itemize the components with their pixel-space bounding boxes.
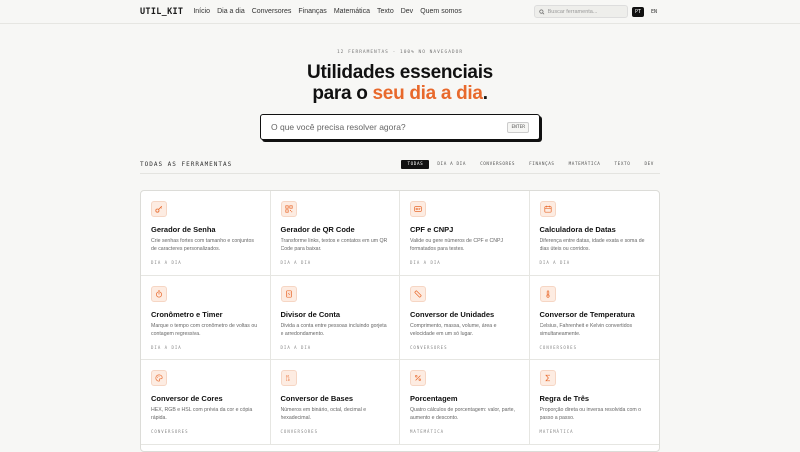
tool-title: Conversor de Cores — [151, 394, 223, 403]
svg-text:10: 10 — [285, 378, 289, 382]
tool-category: DIA A DIA — [539, 260, 571, 265]
filter-matematica[interactable]: MATEMÁTICA — [563, 160, 607, 169]
header-search[interactable] — [533, 5, 628, 18]
nav-link-matematica[interactable]: Matemática — [334, 8, 370, 15]
top-header: UTIL_KIT Início Dia a dia Conversores Fi… — [0, 0, 800, 24]
ruler-icon — [410, 285, 426, 302]
section-title: TODAS AS FERRAMENTAS — [140, 160, 233, 168]
tool-title: Porcentagem — [410, 394, 458, 403]
tool-description: Marque o tempo com cronômetro de voltas … — [151, 322, 258, 337]
tool-title: CPF e CNPJ — [410, 225, 454, 234]
nav-link-financas[interactable]: Finanças — [298, 8, 326, 15]
tool-card[interactable]: Regra de Três Proporção direta ou invers… — [529, 360, 659, 445]
tool-category: CONVERSORES — [280, 429, 318, 434]
tool-title: Gerador de Senha — [151, 225, 216, 234]
tool-title: Divisor de Conta — [280, 309, 341, 319]
id-card-icon — [410, 201, 426, 217]
main-nav: Início Dia a dia Conversores Finanças Ma… — [193, 8, 461, 15]
main-search[interactable]: ENTER — [260, 114, 540, 140]
tool-description: Diferença entre datas, idade exata e som… — [539, 238, 645, 252]
tool-card[interactable]: Cronômetro e Timer Marque o tempo com cr… — [141, 275, 271, 360]
nav-link-texto[interactable]: Texto — [377, 8, 394, 15]
tool-category: MATEMÁTICA — [410, 429, 445, 434]
lang-pt-button[interactable]: PT — [631, 6, 644, 17]
tool-category: CONVERSORES — [410, 344, 448, 350]
hero-title-pre: para o — [312, 83, 373, 104]
tool-card[interactable]: Conversor de Unidades Comprimento, massa… — [400, 275, 530, 360]
hero-eyebrow: 12 FERRAMENTAS · 100% NO NAVEGADOR — [336, 50, 464, 55]
tool-title: Regra de Três — [539, 394, 590, 403]
lang-en-button[interactable]: EN — [648, 7, 660, 17]
hero-title-line1: Utilidades essenciais — [307, 62, 493, 83]
thermometer-icon — [539, 285, 556, 302]
tool-description: Valide ou gere números de CPF e CNPJ for… — [410, 238, 504, 252]
main-search-input[interactable] — [271, 122, 508, 132]
tool-title: Conversor de Temperatura — [539, 309, 635, 319]
nav-link-dia-a-dia[interactable]: Dia a dia — [217, 8, 245, 15]
nav-link-conversores[interactable]: Conversores — [252, 8, 292, 15]
filter-conversores[interactable]: CONVERSORES — [474, 160, 521, 169]
enter-key-hint: ENTER — [507, 121, 529, 133]
tool-description: Transforme links, textos e contatos em u… — [280, 238, 388, 252]
tool-category: DIA A DIA — [151, 260, 182, 265]
tool-card[interactable]: Calculadora de Datas Diferença entre dat… — [529, 191, 659, 276]
search-icon — [539, 9, 545, 15]
tool-title: Calculadora de Datas — [539, 225, 616, 234]
tool-title: Gerador de QR Code — [280, 225, 355, 234]
nav-link-inicio[interactable]: Início — [193, 8, 210, 15]
tool-card[interactable]: Conversor de Temperatura Celsius, Fahren… — [529, 276, 659, 360]
header-search-input[interactable] — [547, 8, 623, 15]
tool-card[interactable]: Gerador de QR Code Transforme links, tex… — [270, 191, 400, 276]
receipt-icon — [280, 285, 297, 302]
tool-description: Números em binário, octal, decimal e hex… — [280, 407, 367, 421]
tool-category: MATEMÁTICA — [539, 429, 574, 434]
tool-title: Conversor de Bases — [280, 394, 354, 403]
tool-card[interactable]: Conversor de Cores HEX, RGB e HSL com pr… — [141, 360, 271, 445]
filter-financas[interactable]: FINANÇAS — [523, 160, 561, 169]
filter-dev[interactable]: DEV — [638, 160, 660, 169]
tool-title: Cronômetro e Timer — [151, 309, 223, 319]
sigma-icon — [539, 370, 556, 386]
binary-icon: 01 10 — [280, 370, 297, 386]
key-icon — [151, 201, 167, 217]
filter-todas[interactable]: TODAS — [401, 159, 430, 169]
tool-description: Proporção direta ou inversa resolvida co… — [539, 407, 642, 421]
tool-description: Comprimento, massa, volume, área e veloc… — [410, 322, 497, 337]
tool-category: CONVERSORES — [151, 429, 189, 434]
tool-category: CONVERSORES — [539, 344, 577, 350]
qr-code-icon — [280, 201, 297, 217]
logo[interactable]: UTIL_KIT — [140, 7, 183, 17]
tool-description: Divida a conta entre pessoas incluindo g… — [280, 322, 387, 337]
header-tools: PT EN — [533, 5, 660, 18]
tool-category: DIA A DIA — [280, 260, 312, 265]
tool-description: Celsius, Fahrenheit e Kelvin convertidos… — [539, 322, 633, 337]
tools-section-bar: TODAS AS FERRAMENTAS TODAS DIA A DIA CON… — [140, 158, 660, 174]
nav-link-quem-somos[interactable]: Quem somos — [420, 8, 462, 15]
tool-description: Quatro cálculos de porcentagem: valor, p… — [410, 407, 515, 421]
hero-title: Utilidades essenciais para o seu dia a d… — [0, 62, 800, 104]
timer-icon — [151, 285, 167, 302]
nav-link-dev[interactable]: Dev — [401, 8, 413, 15]
tool-card[interactable]: 01 10 Conversor de Bases Números em binár… — [270, 360, 400, 445]
percent-icon — [410, 370, 426, 386]
tool-description: HEX, RGB e HSL com prévia da cor e cópia… — [151, 407, 253, 421]
category-filters: TODAS DIA A DIA CONVERSORES FINANÇAS MAT… — [401, 159, 660, 169]
tool-card[interactable]: Gerador de Senha Crie senhas fortes com … — [141, 191, 271, 276]
calendar-icon — [539, 201, 556, 217]
hero-title-post: . — [482, 83, 488, 104]
tool-title: Conversor de Unidades — [410, 309, 495, 319]
tool-category: DIA A DIA — [280, 344, 312, 350]
filter-dia-a-dia[interactable]: DIA A DIA — [431, 160, 472, 169]
tool-card[interactable]: Porcentagem Quatro cálculos de porcentag… — [400, 360, 530, 445]
palette-icon — [151, 370, 167, 386]
tool-card[interactable]: Divisor de Conta Divida a conta entre pe… — [270, 275, 400, 360]
tool-description: Crie senhas fortes com tamanho e conjunt… — [151, 238, 254, 252]
tools-grid: Gerador de Senha Crie senhas fortes com … — [140, 190, 660, 452]
hero-title-accent: seu dia a dia — [372, 83, 483, 104]
filter-texto[interactable]: TEXTO — [609, 160, 637, 169]
tool-category: DIA A DIA — [151, 344, 182, 350]
tool-category: DIA A DIA — [410, 260, 441, 265]
tool-card[interactable]: CPF e CNPJ Valide ou gere números de CPF… — [400, 191, 530, 276]
